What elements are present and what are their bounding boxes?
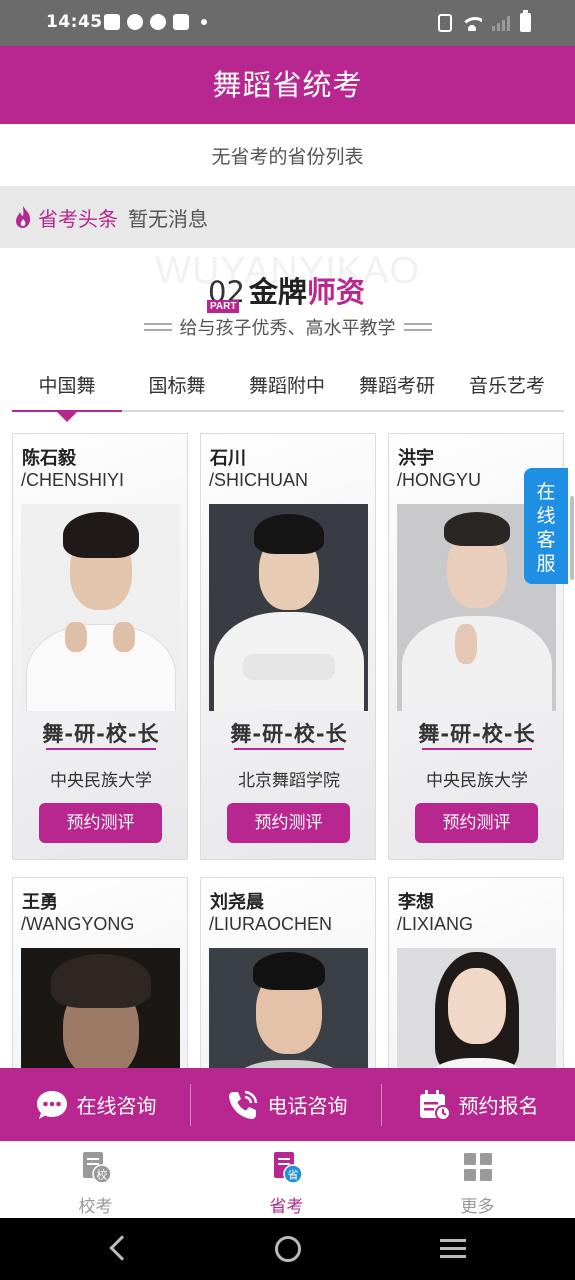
teacher-pinyin: /LIURAOCHEN [209,914,333,934]
chat-bubble-icon [36,1090,67,1119]
nav-more[interactable]: 更多 [382,1142,573,1218]
svg-text:校: 校 [97,1168,108,1182]
section-title-accent: 师资 [306,275,365,309]
signal-icon [492,15,510,31]
teacher-photo [209,504,368,711]
back-icon[interactable] [109,1235,135,1261]
teacher-name: 石川 [210,448,246,469]
online-consult-button[interactable]: 在线咨询 [0,1068,191,1141]
online-customer-service-tab[interactable]: 在 线 客 服 [524,468,568,584]
teacher-name: 洪宇 [398,448,434,469]
news-ticker[interactable]: 省考头条 暂无消息 [0,186,575,248]
teacher-name: 刘尧晨 [210,892,264,913]
book-assessment-button[interactable]: 预约测评 [39,803,162,843]
part-badge: PART [207,300,240,313]
slogan-divider-left [143,323,172,331]
teacher-name: 陈石毅 [22,448,76,469]
home-icon[interactable] [275,1236,301,1262]
book-assessment-button[interactable]: 预约测评 [227,803,350,843]
section-title-main: 金牌 [248,275,307,309]
phone-consult-button[interactable]: 电话咨询 [191,1068,382,1141]
nav-label: 校考 [78,1197,113,1217]
svg-text:省: 省 [288,1169,299,1182]
calendar-icon [419,1089,451,1121]
teacher-school: 北京舞蹈学院 [238,771,340,791]
teacher-role: 舞-研-校-长 [42,722,160,746]
mail-notification-icon-2 [173,14,189,30]
teacher-role: 舞-研-校-长 [418,722,536,746]
speed-notification-icon [127,14,143,30]
system-icons [438,10,531,32]
recents-icon[interactable] [440,1239,466,1259]
more-notifications-icon [201,19,207,25]
teacher-card[interactable]: 陈石毅 /CHENSHIYI WUYAN 舞-研-校-长 中央民族大学 预约测评 [12,433,188,860]
status-time: 14:45 [46,12,103,32]
teacher-pinyin: /SHICHUAN [209,470,309,490]
section-title: 02 PART 金牌 师资 [207,268,365,313]
book-registration-button[interactable]: 预约报名 [382,1068,573,1141]
bottom-navigation: 校 校考 省 省考 更多 [0,1141,575,1218]
wifi-icon [462,15,482,31]
nav-province-exam[interactable]: 省 省考 [191,1142,382,1218]
news-title: 省考头条 [38,206,118,231]
category-tabs: 中国舞 国标舞 舞蹈附中 舞蹈考研 音乐艺考 [12,366,564,422]
flame-icon [16,206,31,228]
tab-ballroom-dance[interactable]: 国标舞 [122,366,232,410]
phone-icon [228,1090,257,1119]
teacher-school: 中央民族大学 [426,771,528,791]
section-number: 02 PART [207,275,245,313]
speed-notification-icon-2 [150,14,166,30]
teacher-pinyin: /CHENSHIYI [21,470,125,490]
slogan-text: 给与孩子优秀、高水平教学 [179,318,396,339]
teacher-school: 中央民族大学 [50,771,152,791]
teacher-pinyin: /HONGYU [397,470,482,490]
no-province-exam-list-link[interactable]: 无省考的省份列表 [0,124,575,186]
scrollbar[interactable] [570,496,574,580]
tab-music-art-exam[interactable]: 音乐艺考 [452,366,562,410]
page-title: 舞蹈省统考 [212,68,363,102]
teacher-name: 李想 [398,892,434,913]
role-underline [234,748,344,750]
nav-school-exam[interactable]: 校 校考 [0,1142,191,1218]
teacher-name: 王勇 [22,892,58,913]
tab-dance-middle-school[interactable]: 舞蹈附中 [232,366,342,410]
teacher-pinyin: /WANGYONG [21,914,135,934]
tab-dance-postgraduate[interactable]: 舞蹈考研 [342,366,452,410]
role-underline [46,748,156,750]
status-bar: 14:45 [0,0,575,46]
grid-more-icon [464,1153,492,1181]
notification-icons [104,14,207,30]
section-slogan: 给与孩子优秀、高水平教学 [0,314,575,340]
news-text: 暂无消息 [128,206,208,231]
nav-label: 更多 [460,1197,495,1217]
nav-label: 省考 [269,1197,304,1217]
battery-icon [520,10,531,32]
province-exam-icon: 省 [274,1152,303,1184]
teacher-photo [21,504,180,711]
tab-chinese-dance[interactable]: 中国舞 [12,366,122,422]
slogan-divider-right [403,323,432,331]
role-underline [422,748,532,750]
book-assessment-button[interactable]: 预约测评 [415,803,538,843]
teacher-card[interactable]: 石川 /SHICHUAN WUYAN 舞-研-校-长 北京舞蹈学院 预约测评 [200,433,376,860]
teacher-role: 舞-研-校-长 [230,722,348,746]
vibrate-icon [438,13,452,32]
app-header: 舞蹈省统考 [0,46,575,124]
system-navigation-bar [0,1218,575,1280]
school-exam-icon: 校 [83,1152,112,1184]
active-tab-caret [57,412,77,422]
teacher-pinyin: /LIXIANG [397,914,474,934]
faculty-section-heading: WUYANYIKAO 02 PART 金牌 师资 给与孩子优秀、高水平教学 [0,248,575,358]
mail-notification-icon [104,14,120,30]
consult-bar: 在线咨询 电话咨询 预约报名 [0,1068,575,1141]
